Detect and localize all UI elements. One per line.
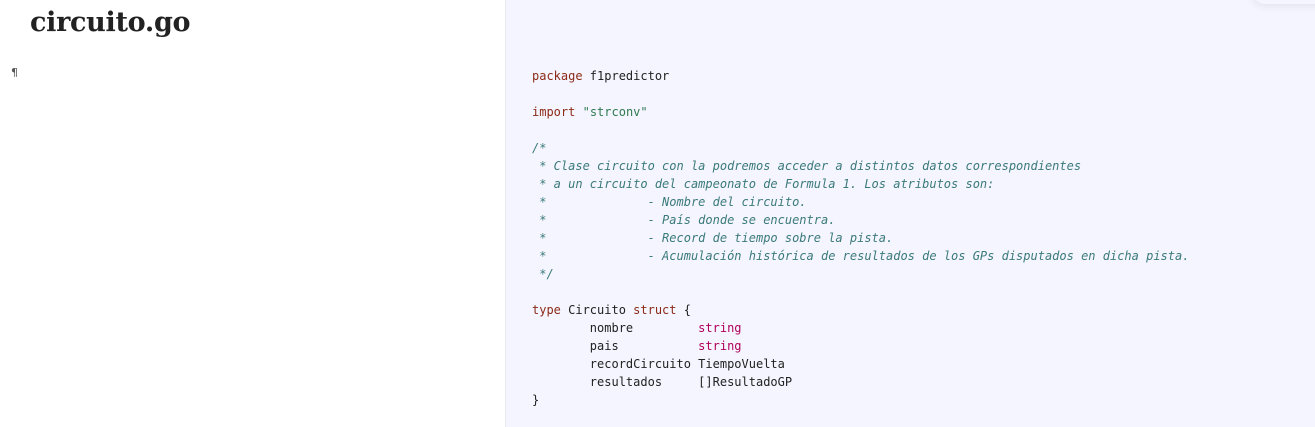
- code-line: recordCircuito TiempoVuelta: [532, 357, 785, 371]
- string-token: "strconv": [582, 105, 648, 119]
- code-line: * - Record de tiempo sobre la pista.: [532, 231, 893, 245]
- type-token: string: [698, 339, 742, 353]
- code-text: {: [676, 303, 691, 317]
- code-text: recordCircuito TiempoVuelta: [532, 357, 785, 371]
- comment-token: * - Acumulación histórica de resultados …: [532, 249, 1190, 263]
- code-block: package f1predictor import "strconv" /* …: [532, 67, 1189, 409]
- code-line: pais string: [532, 339, 742, 353]
- code-line: resultados []ResultadoGP: [532, 375, 792, 389]
- code-line: * - País donde se encuentra.: [532, 213, 835, 227]
- comment-token: * - País donde se encuentra.: [532, 213, 836, 227]
- corner-shadow-decoration: [1253, 0, 1315, 4]
- keyword-token: type: [532, 303, 561, 317]
- code-text: }: [532, 393, 540, 407]
- code-line: nombre string: [532, 321, 742, 335]
- code-text: f1predictor: [582, 69, 670, 83]
- page-title: circuito.go: [30, 7, 191, 38]
- code-line: * - Nombre del circuito.: [532, 195, 807, 209]
- code-line: }: [532, 393, 539, 407]
- code-line: package f1predictor: [532, 69, 669, 83]
- document-page: circuito.go ¶ package f1predictor import…: [0, 0, 1315, 427]
- code-line: /*: [532, 141, 546, 155]
- prose-column: circuito.go ¶: [0, 0, 505, 427]
- paragraph-anchor-link[interactable]: ¶: [11, 66, 18, 79]
- code-text: nombre: [532, 321, 699, 335]
- comment-token: */: [532, 267, 554, 281]
- code-column: package f1predictor import "strconv" /* …: [505, 0, 1315, 427]
- code-text: Circuito: [560, 303, 634, 317]
- code-line: */: [532, 267, 554, 281]
- comment-token: /*: [532, 141, 547, 155]
- code-text: resultados []ResultadoGP: [532, 375, 793, 389]
- code-line: * Clase circuito con la podremos acceder…: [532, 159, 1081, 173]
- comment-token: * a un circuito del campeonato de Formul…: [532, 177, 995, 191]
- code-line: * - Acumulación histórica de resultados …: [532, 249, 1189, 263]
- code-line: import "strconv": [532, 105, 648, 119]
- type-token: string: [698, 321, 742, 335]
- keyword-token: import: [532, 105, 576, 119]
- comment-token: * Clase circuito con la podremos acceder…: [532, 159, 1082, 173]
- code-line: * a un circuito del campeonato de Formul…: [532, 177, 994, 191]
- comment-token: * - Nombre del circuito.: [532, 195, 807, 209]
- comment-token: * - Record de tiempo sobre la pista.: [532, 231, 894, 245]
- code-text: pais: [532, 339, 699, 353]
- keyword-token: struct: [633, 303, 677, 317]
- code-line: type Circuito struct {: [532, 303, 691, 317]
- keyword-token: package: [532, 69, 583, 83]
